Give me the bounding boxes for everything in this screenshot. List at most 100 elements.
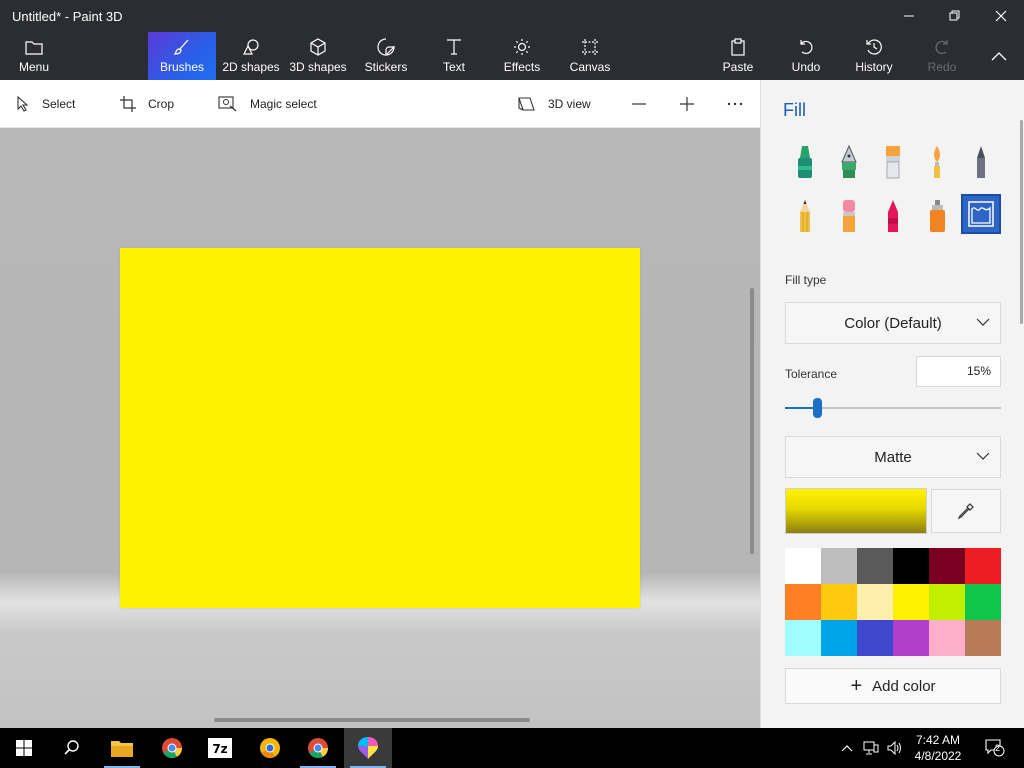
start-button[interactable] (0, 728, 48, 768)
color-swatch[interactable] (929, 548, 965, 584)
tab-effects-label: Effects (503, 60, 541, 74)
search-button[interactable] (48, 728, 96, 768)
color-swatch[interactable] (929, 620, 965, 656)
undo-icon (800, 40, 813, 55)
history-icon (866, 39, 882, 55)
pencil-brush[interactable] (785, 196, 825, 236)
color-swatch[interactable] (893, 620, 929, 656)
color-swatch[interactable] (857, 584, 893, 620)
chrome-canary-button[interactable] (246, 728, 294, 768)
undo-button[interactable]: Undo (784, 32, 828, 80)
tolerance-input[interactable]: 15% (916, 356, 1001, 387)
workspace[interactable] (0, 128, 760, 728)
color-swatch[interactable] (785, 620, 821, 656)
tab-brushes[interactable]: Brushes (148, 32, 216, 80)
select-button[interactable]: Select (16, 80, 75, 128)
color-swatch[interactable] (965, 548, 1001, 584)
7zip-button[interactable]: 7z (196, 728, 244, 768)
color-swatch[interactable] (821, 584, 857, 620)
tolerance-slider[interactable] (785, 398, 1001, 418)
fill-type-dropdown[interactable]: Color (Default) (785, 302, 1001, 344)
color-swatch[interactable] (857, 620, 893, 656)
color-swatch[interactable] (893, 584, 929, 620)
network-tray[interactable] (860, 728, 882, 768)
paint-3d-button[interactable] (344, 728, 392, 768)
taskbar: 7z 7:42 AM 4/8/2022 2 (0, 728, 1024, 768)
canvas[interactable] (120, 248, 640, 608)
eraser-brush[interactable] (829, 196, 869, 236)
show-hidden-icons-button[interactable] (836, 728, 858, 768)
paste-label: Paste (722, 60, 754, 74)
windows-icon (16, 740, 32, 756)
redo-button[interactable]: Redo (920, 32, 964, 80)
finish-value: Matte (874, 448, 912, 466)
watercolor-brush[interactable] (917, 142, 957, 182)
pixel-pen-icon (977, 146, 985, 178)
marker-brush[interactable] (785, 142, 825, 182)
crayon-brush[interactable] (873, 196, 913, 236)
more-options-button[interactable] (726, 80, 756, 128)
magic-select-label: Magic select (250, 97, 317, 111)
tolerance-slider-thumb[interactable] (813, 398, 822, 418)
color-palette (785, 548, 1001, 656)
vertical-scrollbar[interactable] (750, 288, 754, 554)
tab-stickers-label: Stickers (364, 60, 408, 74)
current-color-swatch[interactable] (785, 488, 927, 534)
oil-brush[interactable] (873, 142, 913, 182)
color-swatch[interactable] (965, 584, 1001, 620)
color-swatch[interactable] (893, 548, 929, 584)
eyedropper-button[interactable] (931, 489, 1001, 533)
3d-view-icon (518, 97, 535, 111)
collapse-ribbon-button[interactable] (976, 32, 1022, 80)
spray-can-brush[interactable] (917, 196, 957, 236)
finish-dropdown[interactable]: Matte (785, 436, 1001, 478)
tab-canvas[interactable]: Canvas (566, 32, 614, 80)
file-explorer-button[interactable] (98, 728, 146, 768)
paste-button[interactable]: Paste (716, 32, 760, 80)
history-button[interactable]: History (850, 32, 898, 80)
3d-view-button[interactable]: 3D view (518, 80, 591, 128)
clock[interactable]: 7:42 AM 4/8/2022 (900, 732, 976, 764)
chrome-second-button[interactable] (294, 728, 342, 768)
redo-label: Redo (927, 60, 957, 74)
add-color-button[interactable]: + Add color (785, 668, 1001, 704)
fill-panel: Fill Fill type Color (Default) Tolerance… (760, 80, 1024, 728)
tab-2d-shapes-label: 2D shapes (222, 60, 280, 74)
magic-select-button[interactable]: Magic select (218, 80, 317, 128)
color-swatch[interactable] (965, 620, 1001, 656)
add-color-label: Add color (872, 677, 936, 695)
zoom-out-button[interactable] (630, 80, 660, 128)
menu-button[interactable]: Menu (10, 32, 58, 80)
minimize-button[interactable] (886, 0, 932, 32)
color-swatch[interactable] (821, 620, 857, 656)
tab-effects[interactable]: Effects (500, 32, 544, 80)
pixel-pen-brush[interactable] (961, 142, 1001, 182)
crop-button[interactable]: Crop (120, 80, 174, 128)
fill-brush[interactable] (961, 194, 1001, 234)
search-icon (64, 740, 79, 755)
color-swatch[interactable] (785, 584, 821, 620)
chevron-up-icon (841, 745, 853, 752)
color-swatch[interactable] (857, 548, 893, 584)
calligraphy-pen-brush[interactable] (829, 142, 869, 182)
horizontal-scrollbar[interactable] (214, 718, 530, 722)
redo-icon (935, 40, 948, 55)
notifications-button[interactable]: 2 (980, 728, 1010, 768)
2d-shapes-icon (243, 39, 259, 55)
tab-2d-shapes[interactable]: 2D shapes (218, 32, 284, 80)
notification-count: 2 (995, 743, 1001, 753)
color-swatch[interactable] (929, 584, 965, 620)
sun-icon (514, 39, 530, 55)
color-swatch[interactable] (785, 548, 821, 584)
tolerance-label: Tolerance (785, 367, 838, 381)
tab-text[interactable]: Text (432, 32, 476, 80)
chrome-button[interactable] (148, 728, 196, 768)
close-button[interactable] (978, 0, 1024, 32)
tab-stickers[interactable]: Stickers (362, 32, 410, 80)
crayon-icon (888, 200, 898, 232)
zoom-in-button[interactable] (678, 80, 708, 128)
restore-button[interactable] (932, 0, 978, 32)
panel-scrollbar[interactable] (1020, 120, 1023, 324)
color-swatch[interactable] (821, 548, 857, 584)
tab-3d-shapes[interactable]: 3D shapes (288, 32, 348, 80)
